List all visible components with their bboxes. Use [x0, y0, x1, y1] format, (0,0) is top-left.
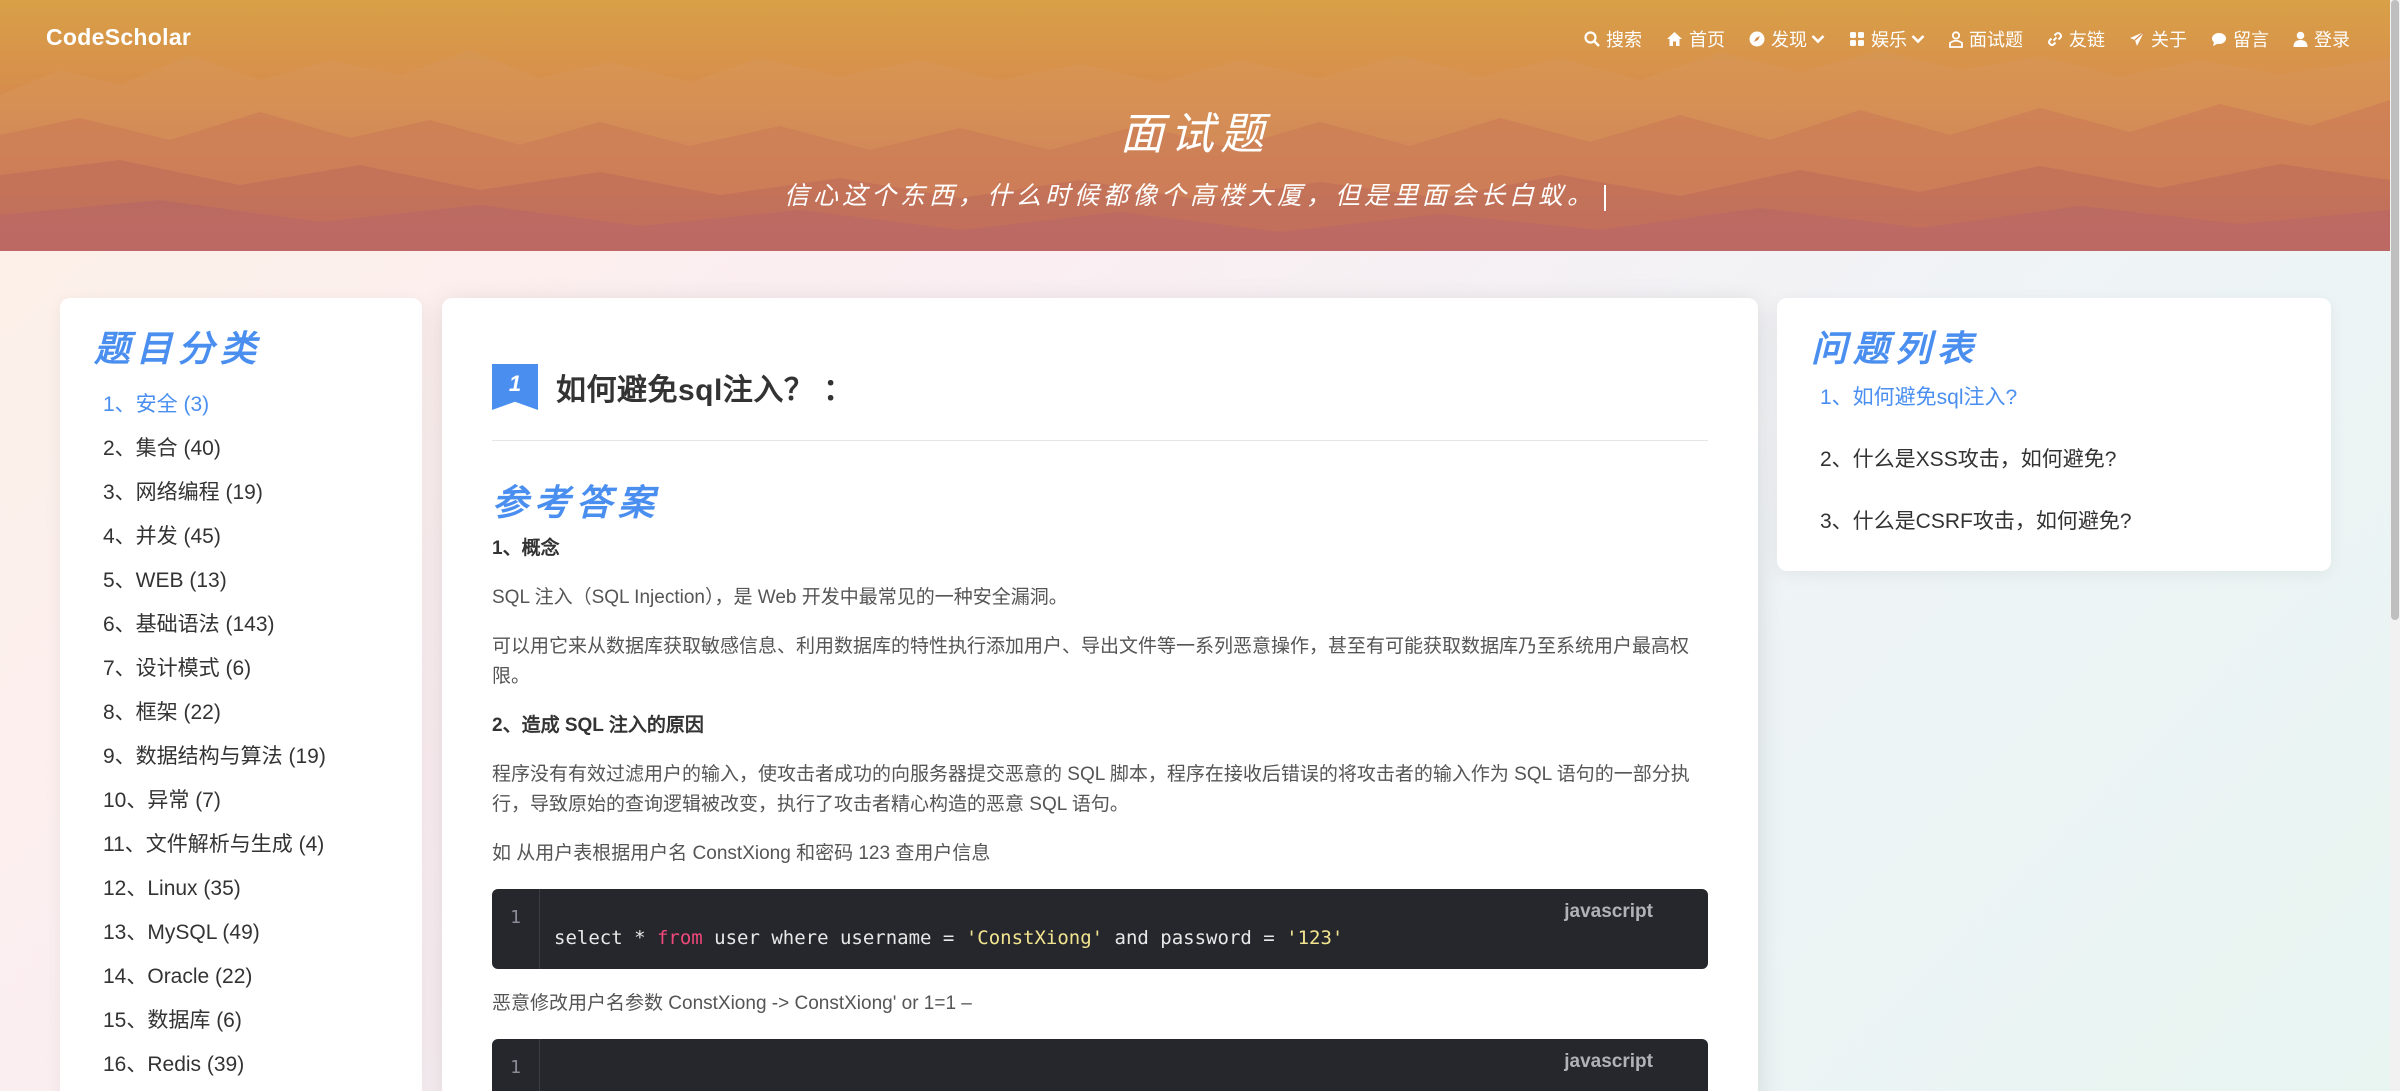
code-string: 'ConstXiong': [965, 927, 1104, 949]
nav-label: 关于: [2151, 30, 2187, 50]
user-icon: [2293, 31, 2308, 47]
category-item[interactable]: 14、Oracle (22): [103, 962, 326, 1006]
nav-label: 登录: [2314, 30, 2350, 50]
code-token: select *: [554, 927, 657, 949]
paragraph: 可以用它来从数据库获取敏感信息、利用数据库的特性执行添加用户、导出文件等一系列恶…: [492, 636, 1690, 687]
nav-item-about[interactable]: 关于: [2129, 26, 2187, 52]
code-token: user where username =: [702, 927, 966, 949]
question-list-item[interactable]: 2、什么是XSS攻击，如何避免?: [1820, 448, 2132, 510]
category-item[interactable]: 16、Redis (39): [103, 1050, 326, 1091]
nav-item-message[interactable]: 留言: [2211, 26, 2269, 52]
nav-label: 搜索: [1606, 30, 1642, 50]
typing-cursor: [1604, 184, 1606, 211]
nav-item-search[interactable]: 搜索: [1584, 26, 1642, 52]
answer-heading: 参考答案: [492, 482, 661, 524]
nav-label: 友链: [2069, 30, 2105, 50]
category-item[interactable]: 9、数据结构与算法 (19): [103, 742, 326, 786]
category-item[interactable]: 8、框架 (22): [103, 698, 326, 742]
brand-logo[interactable]: CodeScholar: [46, 24, 191, 51]
nav-label: 娱乐: [1871, 30, 1907, 50]
nav-item-login[interactable]: 登录: [2293, 26, 2350, 52]
chevron-down-icon: [1811, 35, 1825, 44]
scrollbar-thumb[interactable]: [2391, 0, 2399, 620]
paper-plane-icon: [2130, 31, 2145, 46]
compass-icon: [1749, 31, 1765, 47]
chevron-down-icon: [1911, 35, 1925, 44]
nav-label: 留言: [2233, 30, 2269, 50]
nav-item-interview[interactable]: 面试题: [1949, 26, 2023, 52]
category-item[interactable]: 3、网络编程 (19): [103, 478, 326, 522]
person-icon: [1949, 30, 1963, 48]
grid-icon: [1850, 32, 1864, 46]
subtitle-text: 信心这个东西，什么时候都像个高楼大厦，但是里面会长白蚁。: [783, 181, 1596, 210]
code-language-label: javascript: [1564, 901, 1653, 922]
nav-label: 面试题: [1969, 30, 2023, 50]
category-panel-title: 题目分类: [94, 328, 263, 370]
paragraph: 如 从用户表根据用户名 ConstXiong 和密码 123 查用户信息: [492, 843, 991, 864]
answer-content: 1、概念 SQL 注入（SQL Injection），是 Web 开发中最常见的…: [492, 534, 1708, 1091]
category-item[interactable]: 6、基础语法 (143): [103, 610, 326, 654]
question-list: 1、如何避免sql注入? 2、什么是XSS攻击，如何避免? 3、什么是CSRF攻…: [1820, 386, 2132, 572]
paragraph: SQL 注入（SQL Injection），是 Web 开发中最常见的一种安全漏…: [492, 587, 1068, 608]
category-item[interactable]: 15、数据库 (6): [103, 1006, 326, 1050]
home-icon: [1667, 32, 1682, 46]
nav-item-entertainment[interactable]: 娱乐: [1849, 26, 1925, 52]
chat-icon: [2212, 32, 2226, 46]
nav-item-links[interactable]: 友链: [2047, 26, 2105, 52]
code-language-label: javascript: [1564, 1051, 1653, 1072]
question-detail-card: 1 如何避免sql注入？ ： 参考答案 1、概念 SQL 注入（SQL Inje…: [442, 298, 1758, 1091]
code-block[interactable]: 1 javascript: [492, 1039, 1708, 1091]
question-number-badge: 1: [492, 364, 538, 410]
search-icon: [1584, 31, 1600, 47]
nav-menu: 搜索 首页 发现 娱乐 面试题 友链 关于 留言 登录: [1560, 26, 2350, 52]
code-line: select * from user where username = 'Con…: [554, 927, 1343, 949]
nav-label: 首页: [1689, 30, 1725, 50]
category-panel: 题目分类 1、安全 (3) 2、集合 (40) 3、网络编程 (19) 4、并发…: [60, 298, 422, 1091]
question-list-title: 问题列表: [1811, 328, 1980, 370]
question-header: 1 如何避免sql注入？ ：: [492, 364, 854, 410]
category-item[interactable]: 11、文件解析与生成 (4): [103, 830, 326, 874]
page-subtitle: 信心这个东西，什么时候都像个高楼大厦，但是里面会长白蚁。: [0, 176, 2390, 212]
line-number: 1: [492, 889, 540, 969]
category-list: 1、安全 (3) 2、集合 (40) 3、网络编程 (19) 4、并发 (45)…: [103, 390, 326, 1091]
paragraph: 恶意修改用户名参数 ConstXiong -> ConstXiong' or 1…: [492, 993, 972, 1014]
question-list-panel: 问题列表 1、如何避免sql注入? 2、什么是XSS攻击，如何避免? 3、什么是…: [1777, 298, 2331, 571]
link-icon: [2048, 32, 2062, 46]
nav-label: 发现: [1771, 30, 1807, 50]
page-title: 面试题: [1120, 109, 1270, 160]
category-item[interactable]: 4、并发 (45): [103, 522, 326, 566]
category-item[interactable]: 2、集合 (40): [103, 434, 326, 478]
category-item[interactable]: 10、异常 (7): [103, 786, 326, 830]
section-heading: 2、造成 SQL 注入的原因: [492, 715, 704, 736]
paragraph: 程序没有有效过滤用户的输入，使攻击者成功的向服务器提交恶意的 SQL 脚本，程序…: [492, 764, 1690, 815]
line-number: 1: [492, 1039, 540, 1091]
nav-item-discover[interactable]: 发现: [1749, 26, 1825, 52]
category-item[interactable]: 7、设计模式 (6): [103, 654, 326, 698]
nav-item-home[interactable]: 首页: [1666, 26, 1725, 52]
code-keyword: from: [656, 927, 703, 949]
page-scrollbar[interactable]: [2390, 0, 2400, 1091]
code-string: '123': [1286, 927, 1344, 949]
category-item[interactable]: 5、WEB (13): [103, 566, 326, 610]
question-title: 如何避免sql注入？ ：: [556, 374, 854, 407]
question-list-item[interactable]: 3、什么是CSRF攻击，如何避免?: [1820, 510, 2132, 572]
question-list-item[interactable]: 1、如何避免sql注入?: [1820, 386, 2132, 448]
section-heading: 1、概念: [492, 538, 560, 559]
category-item[interactable]: 12、Linux (35): [103, 874, 326, 918]
top-navbar: CodeScholar 搜索 首页 发现 娱乐 面试题 友链 关于 留言 登录: [0, 0, 2390, 78]
category-item[interactable]: 13、MySQL (49): [103, 918, 326, 962]
code-token: and password =: [1103, 927, 1287, 949]
divider: [492, 440, 1708, 441]
code-block[interactable]: 1 javascript select * from user where us…: [492, 889, 1708, 969]
category-item[interactable]: 1、安全 (3): [103, 390, 326, 434]
